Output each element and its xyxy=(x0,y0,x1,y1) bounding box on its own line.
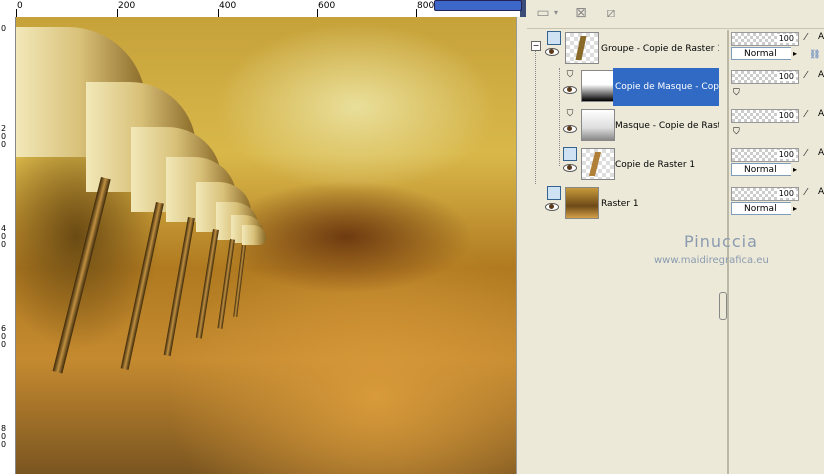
mask-badge-icon: ⛉ xyxy=(733,88,740,98)
artwork-image[interactable] xyxy=(16,17,516,474)
opacity-value: 100 xyxy=(776,189,796,198)
opacity-value: 100 xyxy=(776,72,796,81)
ruler-label: 0 xyxy=(1,24,7,33)
pole-shape xyxy=(120,202,164,370)
layer-thumbnail xyxy=(565,32,599,64)
vertical-ruler: 0 2 0 0 4 0 0 6 0 0 8 0 0 xyxy=(0,17,16,474)
layer-row-raster-1[interactable]: Raster 1 xyxy=(531,185,717,223)
ruler-tick xyxy=(218,9,219,17)
ruler-label: 200 xyxy=(118,1,136,11)
alpha-label: A xyxy=(818,70,824,80)
eye-icon[interactable] xyxy=(545,48,559,56)
eye-icon[interactable] xyxy=(545,203,559,211)
layer-name: Copie de Raster 1 xyxy=(615,160,696,170)
ruler-label: 8 0 0 xyxy=(1,424,7,449)
layer-properties-column: 100 ⁄ A Normal ▸ ⛓ 100 ⁄ A ⛉ 100 ⁄ A ⛉ 1… xyxy=(727,30,824,474)
palette-splitter-handle[interactable] xyxy=(719,292,727,320)
layer-thumbnail xyxy=(565,187,599,219)
ruler-tick xyxy=(16,9,17,17)
opacity-slider[interactable]: 100 xyxy=(731,109,799,123)
layer-row-mask[interactable]: ⛉ Masque - Copie de Raste xyxy=(531,107,719,145)
brush-lock-icon[interactable]: ⁄ xyxy=(805,33,815,43)
layer-props-row: 100 ⁄ A Normal ▸ xyxy=(729,185,824,223)
pole-shape xyxy=(163,217,195,357)
layer-row-mask-copy[interactable]: ⛉ Copie de Masque - Copi xyxy=(531,68,719,106)
mask-layer-icon: ⛉ xyxy=(566,70,574,80)
ruler-label: 800 xyxy=(417,1,435,11)
layer-tree: − Groupe - Copie de Raster 1 ⛉ Copie de … xyxy=(531,30,727,474)
layer-thumbnail xyxy=(581,70,615,102)
chevron-right-icon[interactable]: ▸ xyxy=(791,163,799,176)
layer-props-row: 100 ⁄ A ⛉ xyxy=(729,107,824,145)
layer-row-raster-copy[interactable]: Copie de Raster 1 xyxy=(531,146,717,184)
alpha-label: A xyxy=(818,148,824,158)
layer-props-row: 100 ⁄ A Normal ▸ ⛓ xyxy=(729,30,824,68)
opacity-slider[interactable]: 100 xyxy=(731,32,799,46)
pole-shape xyxy=(233,245,246,317)
layer-name: Groupe - Copie de Raster 1 xyxy=(601,44,719,54)
brush-lock-icon[interactable]: ⁄ xyxy=(805,149,815,159)
layer-row-group[interactable]: − Groupe - Copie de Raster 1 xyxy=(531,30,719,68)
ruler-tick xyxy=(117,9,118,17)
mask-badge-icon: ⛉ xyxy=(733,127,740,137)
pole-shape xyxy=(195,229,219,339)
canvas-area[interactable]: 0 200 400 600 800 0 2 0 0 4 0 0 6 0 0 8 … xyxy=(0,0,526,474)
layer-name: Copie de Masque - Copi xyxy=(613,68,719,106)
eye-icon[interactable] xyxy=(563,86,577,94)
pole-shape xyxy=(52,177,111,374)
group-layer-icon xyxy=(547,31,561,45)
raster-layer-icon xyxy=(563,147,577,161)
canvas-frame xyxy=(516,17,526,474)
blend-mode-select[interactable]: Normal xyxy=(731,47,797,60)
ruler-tick xyxy=(416,9,417,17)
raster-layer-icon xyxy=(547,186,561,200)
opacity-value: 100 xyxy=(776,150,796,159)
brush-lock-icon[interactable]: ⁄ xyxy=(805,71,815,81)
opacity-slider[interactable]: 100 xyxy=(731,148,799,162)
watermark-url: www.maidiregrafica.eu xyxy=(654,255,769,266)
ruler-label: 600 xyxy=(318,1,336,11)
opacity-slider[interactable]: 100 xyxy=(731,187,799,201)
layer-props-row: 100 ⁄ A Normal ▸ xyxy=(729,146,824,184)
alpha-label: A xyxy=(818,109,824,119)
ruler-label: 0 xyxy=(17,1,23,11)
brush-lock-icon[interactable]: ⁄ xyxy=(805,188,815,198)
opacity-value: 100 xyxy=(776,111,796,120)
edit-mask-icon[interactable]: ⧄ xyxy=(601,4,621,22)
delete-layer-icon[interactable]: ⊠ xyxy=(571,4,591,22)
ruler-label: 2 0 0 xyxy=(1,124,7,149)
brush-lock-icon[interactable]: ⁄ xyxy=(805,110,815,120)
layer-props-row: 100 ⁄ A ⛉ xyxy=(729,68,824,106)
alpha-label: A xyxy=(818,32,824,42)
ruler-label: 4 0 0 xyxy=(1,224,7,249)
ruler-label: 400 xyxy=(219,1,237,11)
layer-thumbnail xyxy=(581,148,615,180)
chevron-down-icon[interactable]: ▾ xyxy=(551,4,561,22)
opacity-value: 100 xyxy=(776,34,796,43)
eye-icon[interactable] xyxy=(563,125,577,133)
layers-palette: ▭ ▾ ⊠ ⧄ − Groupe - Copie de Raster 1 ⛉ C… xyxy=(527,0,824,474)
mask-layer-icon: ⛉ xyxy=(566,109,574,119)
layer-name: Raster 1 xyxy=(601,199,639,209)
layers-toolbar: ▭ ▾ ⊠ ⧄ xyxy=(527,0,824,29)
layer-name: Masque - Copie de Raste xyxy=(615,121,719,131)
blend-mode-select[interactable]: Normal xyxy=(731,202,797,215)
watermark-title: Pinuccia xyxy=(684,232,758,251)
chevron-right-icon[interactable]: ▸ xyxy=(791,202,799,215)
opacity-slider[interactable]: 100 xyxy=(731,70,799,84)
collapse-toggle[interactable]: − xyxy=(531,41,541,51)
new-layer-icon[interactable]: ▭ xyxy=(533,4,553,22)
ruler-label: 6 0 0 xyxy=(1,324,7,349)
chevron-right-icon[interactable]: ▸ xyxy=(791,47,799,60)
layer-thumbnail xyxy=(581,109,615,141)
link-icon[interactable]: ⛓ xyxy=(809,50,820,60)
horizontal-scrollbar-thumb[interactable] xyxy=(434,0,522,11)
blend-mode-select[interactable]: Normal xyxy=(731,163,797,176)
alpha-label: A xyxy=(818,187,824,197)
ruler-tick xyxy=(317,9,318,17)
eye-icon[interactable] xyxy=(563,164,577,172)
